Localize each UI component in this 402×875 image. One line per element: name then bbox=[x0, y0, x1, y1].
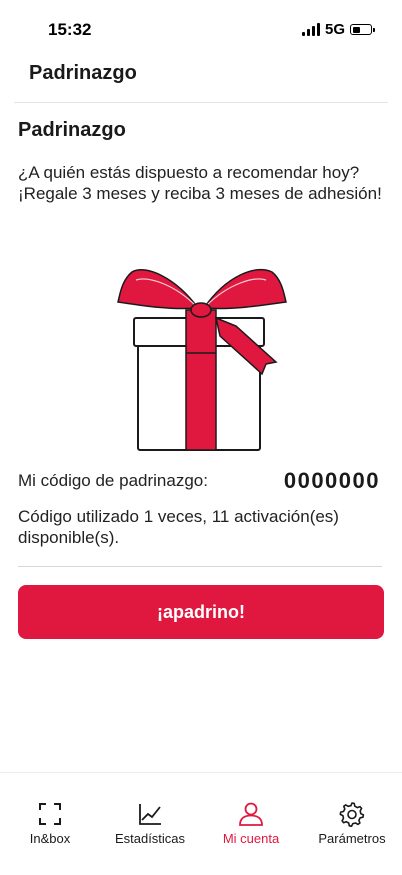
app-header: Padrinazgo bbox=[0, 56, 402, 104]
gift-illustration bbox=[116, 266, 290, 452]
referral-code-value[interactable]: 0000000 bbox=[284, 468, 380, 494]
status-indicators: 5G bbox=[301, 21, 375, 38]
line-chart-icon bbox=[139, 804, 161, 825]
header-divider bbox=[14, 102, 388, 103]
sponsor-button[interactable]: ¡apadrino! bbox=[18, 585, 384, 639]
gift-icon bbox=[117, 268, 287, 451]
intro-text: ¿A quién estás dispuesto a recomendar ho… bbox=[18, 162, 384, 204]
signal-icon bbox=[301, 23, 320, 36]
nav-item-inbox[interactable]: In&box bbox=[0, 801, 100, 846]
referral-content: Padrinazgo ¿A quién estás dispuesto a re… bbox=[18, 118, 384, 639]
content-divider bbox=[18, 566, 382, 567]
nav-label-inbox: In&box bbox=[29, 831, 71, 846]
battery-icon bbox=[350, 24, 375, 35]
nav-label-estadisticas: Estadísticas bbox=[114, 831, 186, 846]
scan-frame-icon bbox=[39, 803, 61, 825]
nav-label-parametros: Parámetros bbox=[318, 831, 386, 846]
network-label: 5G bbox=[324, 21, 345, 38]
user-icon bbox=[239, 802, 263, 826]
nav-label-mi-cuenta: Mi cuenta bbox=[222, 831, 280, 846]
status-time: 15:32 bbox=[48, 20, 92, 39]
gear-icon bbox=[339, 802, 365, 827]
section-title: Padrinazgo bbox=[18, 119, 126, 141]
usage-text: Código utilizado 1 veces, 11 activación(… bbox=[18, 507, 339, 547]
nav-item-parametros[interactable]: Parámetros bbox=[302, 801, 402, 846]
page-title: Padrinazgo bbox=[29, 62, 137, 84]
status-bar: 15:32 5G bbox=[0, 0, 402, 56]
referral-code-row: Mi código de padrinazgo: 0000000 bbox=[18, 468, 384, 494]
referral-code-label: Mi código de padrinazgo: bbox=[18, 471, 208, 490]
nav-item-mi-cuenta[interactable]: Mi cuenta bbox=[201, 801, 301, 846]
intro-offer: ¡Regale 3 meses y reciba 3 meses de adhe… bbox=[18, 184, 382, 203]
bottom-nav: In&box Estadísticas Mi cuenta Parámetros bbox=[0, 772, 402, 875]
nav-item-estadisticas[interactable]: Estadísticas bbox=[100, 801, 200, 846]
intro-question: ¿A quién estás dispuesto a recomendar ho… bbox=[18, 163, 360, 182]
